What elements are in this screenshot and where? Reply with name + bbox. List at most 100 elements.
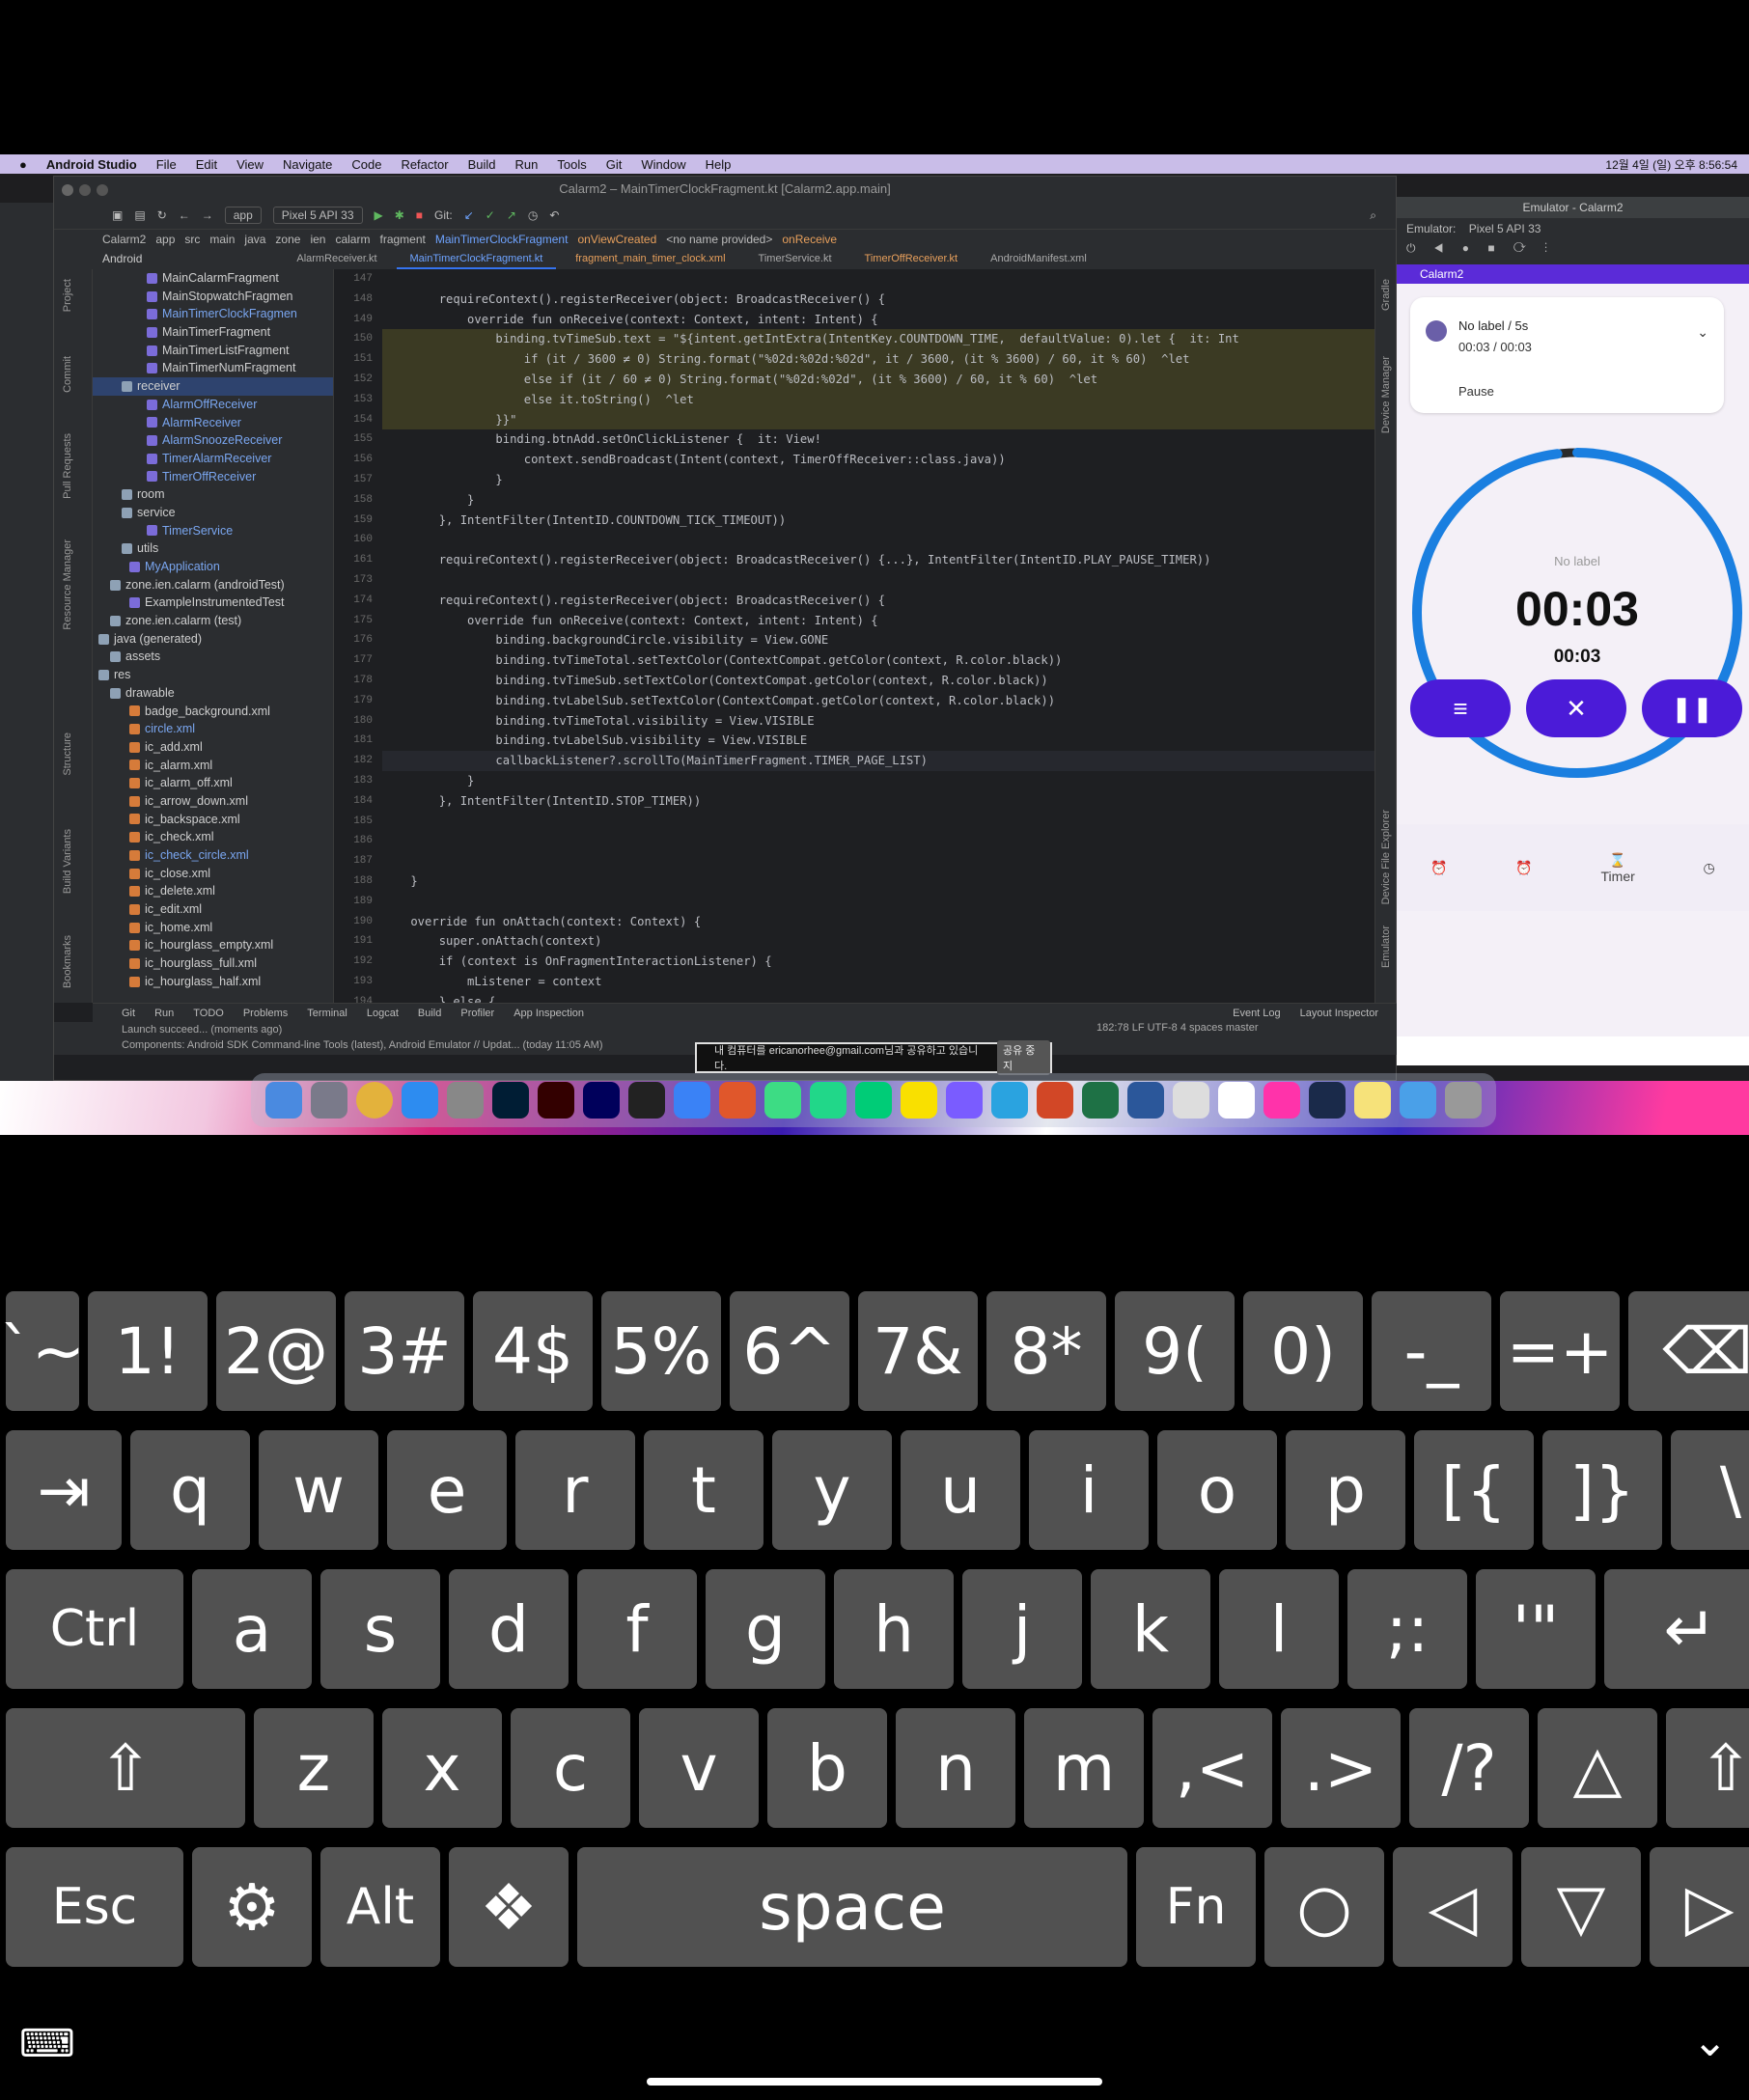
key-3-0[interactable]: ⇧ — [6, 1708, 245, 1828]
menu-window[interactable]: Window — [641, 157, 685, 172]
crumb[interactable]: ien — [310, 233, 325, 246]
tool-git[interactable]: Git — [122, 1008, 135, 1019]
key-4-7[interactable]: ◁ — [1393, 1847, 1513, 1967]
key-0-12[interactable]: =+ — [1500, 1291, 1620, 1411]
tree-item[interactable]: assets — [93, 648, 333, 666]
tool-run[interactable]: Run — [154, 1008, 174, 1019]
key-0-2[interactable]: 2@ — [216, 1291, 336, 1411]
key-2-5[interactable]: g — [706, 1569, 825, 1689]
code-line[interactable]: requireContext().registerReceiver(object… — [382, 290, 1376, 310]
key-2-0[interactable]: Ctrl — [6, 1569, 183, 1689]
search-icon[interactable]: ⌕ — [1370, 208, 1376, 223]
open-icon[interactable]: ▣ — [112, 208, 123, 222]
tree-item[interactable]: receiver — [93, 377, 333, 396]
key-2-10[interactable]: ;: — [1347, 1569, 1467, 1689]
git-commit-icon[interactable]: ✓ — [486, 208, 495, 222]
key-1-4[interactable]: r — [515, 1430, 635, 1550]
key-3-7[interactable]: m — [1024, 1708, 1144, 1828]
code-line[interactable]: } — [382, 771, 1376, 791]
tool-logcat[interactable]: Logcat — [367, 1008, 399, 1019]
key-4-8[interactable]: ▽ — [1521, 1847, 1641, 1967]
pycharm-icon[interactable] — [809, 1082, 847, 1119]
key-3-3[interactable]: c — [511, 1708, 630, 1828]
tool-build[interactable]: Build — [418, 1008, 441, 1019]
tree-item[interactable]: ic_add.xml — [93, 738, 333, 757]
code-line[interactable] — [382, 892, 1376, 912]
figma-icon[interactable] — [1263, 1082, 1301, 1119]
key-3-1[interactable]: z — [254, 1708, 374, 1828]
code-line[interactable]: binding.backgroundCircle.visibility = Vi… — [382, 630, 1376, 650]
git-push-icon[interactable]: ↗ — [507, 208, 516, 222]
key-2-4[interactable]: f — [577, 1569, 697, 1689]
timer-notification[interactable]: No label / 5s 00:03 / 00:03 ⌄ Pause — [1410, 297, 1724, 413]
tool-terminal[interactable]: Terminal — [307, 1008, 347, 1019]
stopwatch-tab-icon[interactable]: ◷ — [1703, 860, 1714, 876]
menu-build[interactable]: Build — [468, 157, 496, 172]
tree-item[interactable]: ic_alarm.xml — [93, 757, 333, 775]
key-3-12[interactable]: ⇧ — [1666, 1708, 1749, 1828]
code-line[interactable]: }, IntentFilter(IntentID.STOP_TIMER)) — [382, 791, 1376, 812]
code-line[interactable]: requireContext().registerReceiver(object… — [382, 550, 1376, 570]
tree-item[interactable]: ExampleInstrumentedTest — [93, 594, 333, 612]
kakaotalk-icon[interactable] — [900, 1082, 937, 1119]
notion-icon[interactable] — [1218, 1082, 1256, 1119]
key-0-10[interactable]: 0) — [1243, 1291, 1363, 1411]
code-line[interactable]: else if (it / 60 ≠ 0) String.format("%02… — [382, 369, 1376, 390]
device-select[interactable]: Pixel 5 API 33 — [272, 207, 363, 224]
telegram-icon[interactable] — [991, 1082, 1029, 1119]
key-4-1[interactable]: ⚙ — [192, 1847, 312, 1967]
jetbrains-icon[interactable] — [718, 1082, 756, 1119]
crumb[interactable]: onViewCreated — [577, 233, 656, 246]
tree-item[interactable]: ic_hourglass_full.xml — [93, 954, 333, 973]
key-3-5[interactable]: b — [767, 1708, 887, 1828]
code-line[interactable]: binding.tvTimeSub.setTextColor(ContextCo… — [382, 671, 1376, 691]
tree-item[interactable]: ic_delete.xml — [93, 882, 333, 900]
tool-project[interactable]: Project — [62, 279, 73, 312]
tree-item[interactable]: MainTimerNumFragment — [93, 359, 333, 377]
key-1-13[interactable]: \ — [1671, 1430, 1749, 1550]
crumb[interactable]: calarm — [335, 233, 370, 246]
key-2-12[interactable]: ↵ — [1604, 1569, 1749, 1689]
tool-pull-requests[interactable]: Pull Requests — [62, 433, 73, 499]
tool-layout-inspector[interactable]: Layout Inspector — [1300, 1008, 1378, 1019]
tree-item[interactable]: TimerOffReceiver — [93, 468, 333, 486]
key-0-13[interactable]: ⌫ — [1628, 1291, 1749, 1411]
remote-desktop-view[interactable]: ● Android Studio File Edit View Navigate… — [0, 154, 1749, 1135]
tree-item[interactable]: MyApplication — [93, 558, 333, 576]
crumb[interactable]: zone — [275, 233, 300, 246]
menu-git[interactable]: Git — [606, 157, 623, 172]
tool-todo[interactable]: TODO — [193, 1008, 224, 1019]
quicktime-player-icon[interactable] — [1309, 1082, 1346, 1119]
tool-problems[interactable]: Problems — [243, 1008, 288, 1019]
keyboard-switch-icon[interactable]: ⌨ — [19, 2022, 75, 2066]
project-view-select[interactable]: Android — [102, 252, 142, 265]
menu-run[interactable]: Run — [515, 157, 539, 172]
code-line[interactable]: callbackListener?.scrollTo(MainTimerFrag… — [382, 751, 1376, 771]
menu-tools[interactable]: Tools — [557, 157, 586, 172]
folder-icon[interactable] — [1400, 1082, 1437, 1119]
tree-item[interactable]: AlarmReceiver — [93, 414, 333, 432]
code-line[interactable] — [382, 570, 1376, 591]
key-0-9[interactable]: 9( — [1115, 1291, 1235, 1411]
menu-file[interactable]: File — [156, 157, 177, 172]
excel-icon[interactable] — [1082, 1082, 1120, 1119]
code-line[interactable]: super.onAttach(context) — [382, 931, 1376, 952]
key-1-11[interactable]: [{ — [1414, 1430, 1534, 1550]
tree-item[interactable]: AlarmSnoozeReceiver — [93, 431, 333, 450]
run-icon[interactable]: ▶ — [375, 208, 383, 222]
tree-item[interactable]: ic_alarm_off.xml — [93, 774, 333, 792]
crumb[interactable]: <no name provided> — [666, 233, 772, 246]
code-line[interactable] — [382, 530, 1376, 550]
tool-device-manager[interactable]: Device Manager — [1380, 356, 1392, 433]
sync-icon[interactable]: ↻ — [157, 208, 167, 222]
tree-item[interactable]: service — [93, 504, 333, 522]
key-1-6[interactable]: y — [772, 1430, 892, 1550]
key-4-5[interactable]: Fn — [1136, 1847, 1256, 1967]
save-icon[interactable]: ▤ — [134, 208, 145, 222]
tree-item[interactable]: MainTimerFragment — [93, 323, 333, 342]
crumb[interactable]: Calarm2 — [102, 233, 146, 246]
key-3-4[interactable]: v — [639, 1708, 759, 1828]
key-4-6[interactable]: ○ — [1264, 1847, 1384, 1967]
code-line[interactable]: binding.btnAdd.setOnClickListener { it: … — [382, 429, 1376, 450]
code-line[interactable]: binding.tvLabelSub.visibility = View.VIS… — [382, 731, 1376, 751]
